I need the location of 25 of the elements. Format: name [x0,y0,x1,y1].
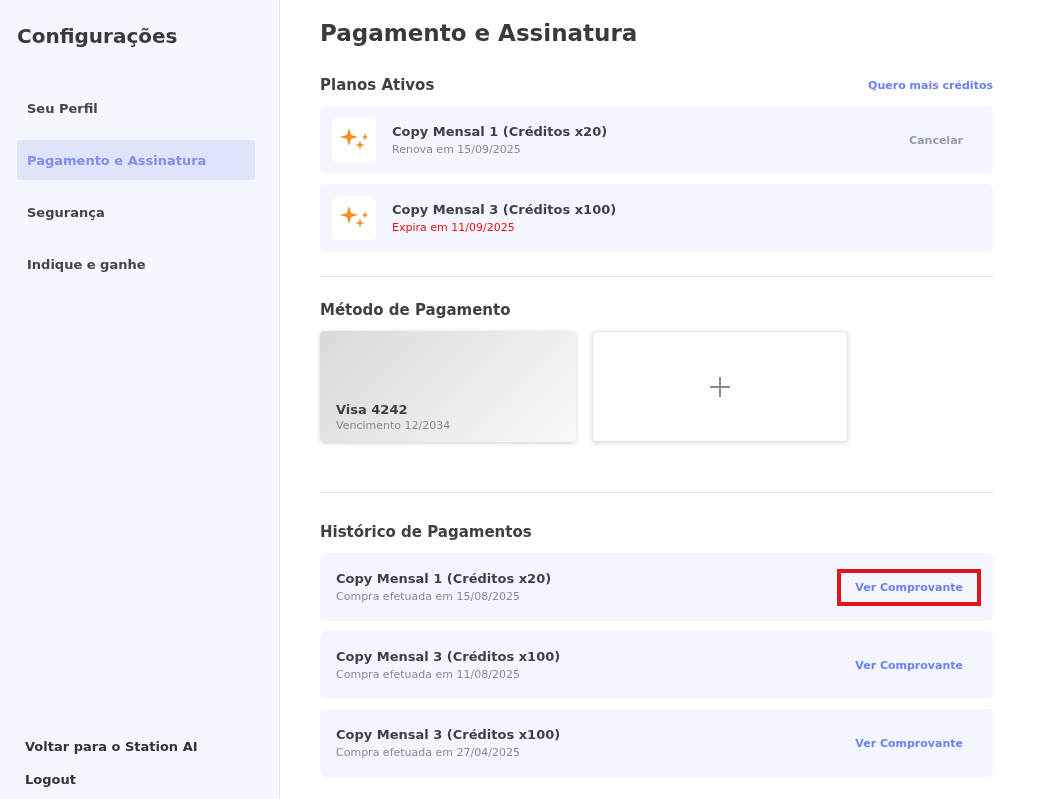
plan-status: Renova em 15/09/2025 [392,143,522,156]
purchase-name: Copy Mensal 1 (Créditos x20) [336,571,553,586]
purchase-date: Compra efetuada em 15/08/2025 [336,590,521,603]
section-heading: Método de Pagamento [320,301,511,319]
section-heading: Planos Ativos [320,76,435,94]
sidebar-item[interactable]: Segurança [17,192,255,232]
plan-name: Copy Mensal 3 (Créditos x100) [392,202,618,217]
purchase-name: Copy Mensal 3 (Créditos x100) [336,649,562,664]
sidebar-title: Configurações [17,24,179,48]
page-title: Pagamento e Assinatura [320,20,639,46]
purchase-date: Compra efetuada em 27/04/2025 [336,746,521,759]
plan-name: Copy Mensal 1 (Créditos x20) [392,124,609,139]
card-expiry: Vencimento 12/2034 [336,419,452,432]
card-name: Visa 4242 [336,402,409,417]
add-card-button[interactable] [592,331,848,442]
payment-card[interactable]: Visa 4242 Vencimento 12/2034 [320,331,576,442]
sidebar-link[interactable]: Logout [25,772,255,787]
section-heading: Histórico de Pagamentos [320,523,532,541]
sidebar-item[interactable]: Seu Perfil [17,88,255,128]
purchase-name: Copy Mensal 3 (Créditos x100) [336,727,562,742]
sidebar-link[interactable]: Voltar para o Station AI [25,739,255,754]
plan-status: Expira em 11/09/2025 [392,221,516,234]
sidebar-item[interactable]: Indique e ganhe [17,244,255,284]
plus-icon [709,375,731,398]
purchase-date: Compra efetuada em 11/08/2025 [336,668,521,681]
